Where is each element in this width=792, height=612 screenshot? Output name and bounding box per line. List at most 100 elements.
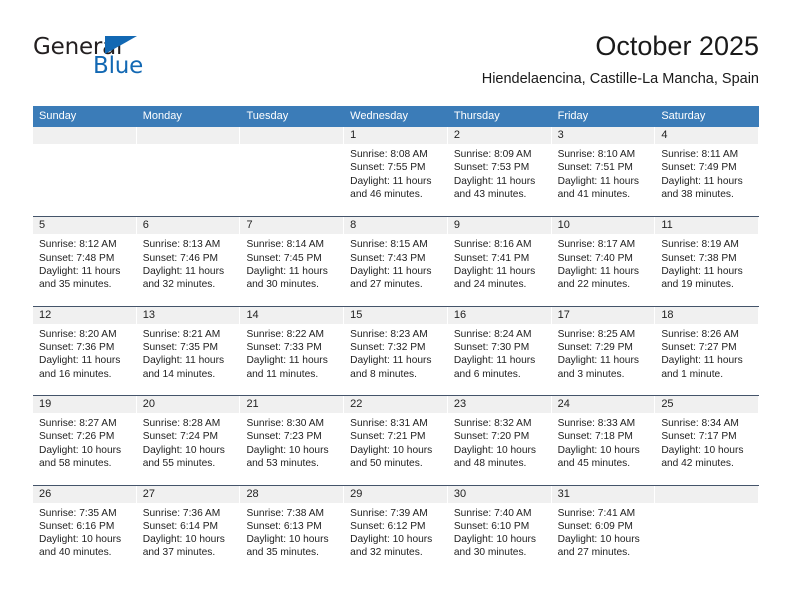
day-number: 17 — [551, 306, 655, 324]
daylight-text: and 46 minutes. — [350, 188, 423, 200]
sunset-text: Sunset: 7:21 PM — [350, 431, 426, 443]
day-cell-8[interactable]: 8 Sunrise: 8:15 AM Sunset: 7:43 PM Daylight… — [344, 217, 448, 305]
daylight-text: and 41 minutes. — [557, 188, 631, 200]
daylight-text: Daylight: 11 hours — [453, 265, 536, 277]
sunset-text: Sunset: 7:17 PM — [661, 431, 737, 443]
day-cell-30[interactable]: 30 Sunrise: 7:40 AM Sunset: 6:10 PM Dayligh… — [447, 485, 552, 574]
daylight-text: Daylight: 11 hours — [557, 175, 639, 187]
day-cell-12[interactable]: 12 Sunrise: 8:20 AM Sunset: 7:36 PM Dayligh… — [33, 306, 137, 395]
day-cell-25[interactable]: 25 Sunrise: 8:34 AM Sunset: 7:17 PM Dayligh… — [655, 396, 759, 484]
day-details: Sunrise: 7:41 AM Sunset: 6:09 PM Daylight:… — [552, 503, 655, 560]
day-cell-10[interactable]: 10 Sunrise: 8:17 AM Sunset: 7:40 PM Dayligh… — [551, 217, 656, 305]
day-number: 4 — [655, 127, 759, 144]
day-number: 5 — [33, 217, 136, 235]
daylight-text: Daylight: 10 hours — [350, 444, 433, 456]
sunset-text: Sunset: 6:14 PM — [142, 520, 219, 532]
day-number: 12 — [33, 306, 136, 324]
sunset-text: Sunset: 6:13 PM — [246, 520, 322, 532]
sunset-text: Sunset: 7:27 PM — [661, 342, 737, 354]
calendar-week-row: 19 Sunrise: 8:27 AM Sunset: 7:26 PM Dayligh… — [33, 395, 759, 484]
sunset-text: Sunset: 7:29 PM — [557, 342, 633, 354]
sunrise-text: Sunrise: 8:13 AM — [142, 239, 221, 251]
day-cell-17[interactable]: 17 Sunrise: 8:25 AM Sunset: 7:29 PM Dayligh… — [551, 306, 656, 395]
sunrise-text: Sunrise: 8:30 AM — [246, 418, 325, 430]
day-cell-29[interactable]: 29 Sunrise: 7:39 AM Sunset: 6:12 PM Dayligh… — [344, 485, 448, 574]
day-cell-28[interactable]: 28 Sunrise: 7:38 AM Sunset: 6:13 PM Dayligh… — [240, 485, 344, 574]
day-details: Sunrise: 8:10 AM Sunset: 7:51 PM Daylight:… — [552, 144, 655, 201]
day-details: Sunrise: 8:30 AM Sunset: 7:23 PM Daylight:… — [240, 413, 343, 470]
day-cell-21[interactable]: 21 Sunrise: 8:30 AM Sunset: 7:23 PM Dayligh… — [240, 396, 344, 484]
day-cell-14[interactable]: 14 Sunrise: 8:22 AM Sunset: 7:33 PM Dayligh… — [240, 306, 344, 395]
day-number: 13 — [136, 306, 240, 324]
day-details: Sunrise: 8:26 AM Sunset: 7:27 PM Daylight:… — [655, 324, 758, 381]
day-details: Sunrise: 8:17 AM Sunset: 7:40 PM Daylight:… — [552, 234, 655, 291]
sunrise-text: Sunrise: 8:32 AM — [453, 418, 532, 430]
day-details: Sunrise: 7:36 AM Sunset: 6:14 PM Daylight:… — [137, 503, 240, 560]
sunrise-text: Sunrise: 8:10 AM — [557, 149, 636, 160]
day-cell-7[interactable]: 7 Sunrise: 8:14 AM Sunset: 7:45 PM Daylight… — [240, 217, 344, 305]
day-cell-16[interactable]: 16 Sunrise: 8:24 AM Sunset: 7:30 PM Dayligh… — [447, 306, 552, 395]
sunrise-text: Sunrise: 8:15 AM — [350, 239, 428, 251]
daylight-text: and 30 minutes. — [246, 279, 319, 291]
day-cell-26[interactable]: 26 Sunrise: 7:35 AM Sunset: 6:16 PM Dayligh… — [33, 485, 137, 574]
sunset-text: Sunset: 6:09 PM — [557, 520, 633, 532]
general-blue-logo[interactable]: General Blue — [33, 34, 213, 86]
sunrise-text: Sunrise: 8:20 AM — [39, 328, 117, 340]
day-number: 31 — [551, 485, 655, 503]
day-cell-2[interactable]: 2 Sunrise: 8:09 AM Sunset: 7:53 PM Daylight… — [447, 127, 552, 216]
day-cell-27[interactable]: 27 Sunrise: 7:36 AM Sunset: 6:14 PM Dayligh… — [136, 485, 241, 574]
day-cell-23[interactable]: 23 Sunrise: 8:32 AM Sunset: 7:20 PM Dayligh… — [447, 396, 552, 484]
calendar-week-row: 1 Sunrise: 8:08 AM Sunset: 7:55 PM Daylight… — [33, 127, 759, 216]
sunrise-text: Sunrise: 8:31 AM — [350, 418, 428, 430]
day-cell-31[interactable]: 31 Sunrise: 7:41 AM Sunset: 6:09 PM Dayligh… — [551, 485, 656, 574]
page-title: October 2025 — [595, 31, 759, 61]
day-cell-empty — [136, 127, 241, 216]
daylight-text: Daylight: 11 hours — [246, 355, 328, 367]
sunrise-text: Sunrise: 8:16 AM — [453, 239, 532, 251]
daylight-text: Daylight: 11 hours — [142, 355, 225, 367]
sunset-text: Sunset: 7:33 PM — [246, 342, 322, 354]
day-cell-18[interactable]: 18 Sunrise: 8:26 AM Sunset: 7:27 PM Dayligh… — [655, 306, 759, 395]
day-details: Sunrise: 8:08 AM Sunset: 7:55 PM Daylight:… — [344, 144, 447, 201]
day-details: Sunrise: 8:14 AM Sunset: 7:45 PM Daylight:… — [240, 234, 343, 291]
day-cell-20[interactable]: 20 Sunrise: 8:28 AM Sunset: 7:24 PM Dayligh… — [136, 396, 241, 484]
weekday-header-saturday: Saturday — [661, 110, 706, 122]
day-number: 26 — [33, 485, 136, 503]
sunrise-text: Sunrise: 8:08 AM — [350, 149, 428, 160]
day-number: 14 — [240, 306, 344, 324]
daylight-text: and 14 minutes. — [142, 368, 216, 380]
day-cell-6[interactable]: 6 Sunrise: 8:13 AM Sunset: 7:46 PM Daylight… — [136, 217, 241, 305]
daylight-text: Daylight: 11 hours — [246, 265, 328, 277]
daylight-text: and 38 minutes. — [661, 188, 734, 200]
day-cell-24[interactable]: 24 Sunrise: 8:33 AM Sunset: 7:18 PM Dayligh… — [551, 396, 656, 484]
day-details: Sunrise: 8:11 AM Sunset: 7:49 PM Daylight:… — [655, 144, 758, 201]
daylight-text: and 32 minutes. — [142, 279, 216, 291]
day-details: Sunrise: 8:32 AM Sunset: 7:20 PM Daylight:… — [448, 413, 551, 470]
day-number: 15 — [344, 306, 447, 324]
daylight-text: Daylight: 11 hours — [39, 265, 121, 277]
day-number: 3 — [551, 127, 655, 144]
daylight-text: Daylight: 10 hours — [557, 534, 640, 546]
sunset-text: Sunset: 7:32 PM — [350, 342, 426, 354]
day-cell-22[interactable]: 22 Sunrise: 8:31 AM Sunset: 7:21 PM Dayligh… — [344, 396, 448, 484]
day-cell-5[interactable]: 5 Sunrise: 8:12 AM Sunset: 7:48 PM Daylight… — [33, 217, 137, 305]
daylight-text: and 22 minutes. — [557, 279, 631, 291]
sunset-text: Sunset: 7:53 PM — [453, 162, 530, 174]
day-cell-4[interactable]: 4 Sunrise: 8:11 AM Sunset: 7:49 PM Daylight… — [655, 127, 759, 216]
day-cell-11[interactable]: 11 Sunrise: 8:19 AM Sunset: 7:38 PM Dayligh… — [655, 217, 759, 305]
day-cell-9[interactable]: 9 Sunrise: 8:16 AM Sunset: 7:41 PM Daylight… — [447, 217, 552, 305]
weekday-header-row: Sunday Monday Tuesday Wednesday Thursday Frid… — [33, 106, 759, 127]
day-cell-empty — [240, 127, 344, 216]
day-cell-13[interactable]: 13 Sunrise: 8:21 AM Sunset: 7:35 PM Dayligh… — [136, 306, 241, 395]
day-cell-1[interactable]: 1 Sunrise: 8:08 AM Sunset: 7:55 PM Daylight… — [344, 127, 448, 216]
day-cell-15[interactable]: 15 Sunrise: 8:23 AM Sunset: 7:32 PM Dayligh… — [344, 306, 448, 395]
sunrise-text: Sunrise: 8:09 AM — [453, 149, 532, 160]
day-cell-19[interactable]: 19 Sunrise: 8:27 AM Sunset: 7:26 PM Dayligh… — [33, 396, 137, 484]
day-cell-3[interactable]: 3 Sunrise: 8:10 AM Sunset: 7:51 PM Daylight… — [551, 127, 656, 216]
day-details: Sunrise: 7:40 AM Sunset: 6:10 PM Daylight:… — [448, 503, 551, 560]
sunset-text: Sunset: 7:40 PM — [557, 252, 633, 264]
day-details: Sunrise: 8:13 AM Sunset: 7:46 PM Daylight:… — [137, 234, 240, 291]
daylight-text: and 6 minutes. — [453, 368, 521, 380]
day-number: 30 — [447, 485, 551, 503]
sunrise-text: Sunrise: 8:22 AM — [246, 328, 325, 340]
